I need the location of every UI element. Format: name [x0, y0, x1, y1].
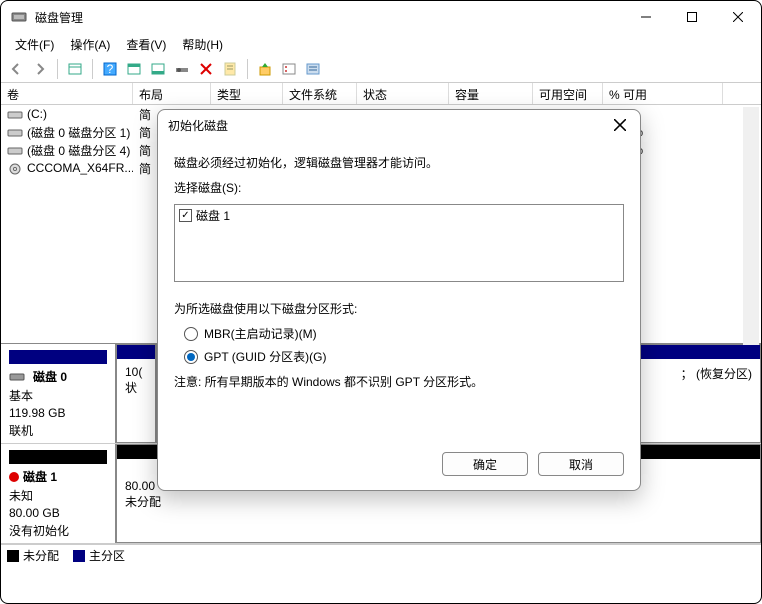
detail-icon[interactable] [302, 58, 324, 80]
ok-button[interactable]: 确定 [442, 452, 528, 476]
delete-icon[interactable] [195, 58, 217, 80]
dialog-titlebar: 初始化磁盘 [158, 110, 640, 140]
disk-info: 磁盘 0 基本 119.98 GB 联机 [1, 344, 116, 443]
dialog-buttons: 确定 取消 [442, 452, 624, 476]
svg-text:?: ? [107, 62, 114, 76]
initialize-disk-dialog: 初始化磁盘 磁盘必须经过初始化，逻辑磁盘管理器才能访问。 选择磁盘(S): ✓ … [157, 109, 641, 491]
dialog-note: 注意: 所有早期版本的 Windows 都不识别 GPT 分区形式。 [174, 373, 624, 390]
col-free[interactable]: 可用空间 [533, 83, 603, 104]
volume-name: (C:) [27, 107, 47, 121]
back-button[interactable] [5, 58, 27, 80]
dialog-close-button[interactable] [610, 115, 630, 135]
radio-icon[interactable] [184, 350, 198, 364]
cancel-button[interactable]: 取消 [538, 452, 624, 476]
radio-gpt[interactable]: GPT (GUID 分区表)(G) [184, 348, 624, 365]
disk-size: 80.00 GB [9, 506, 107, 520]
disk-type: 基本 [9, 387, 107, 404]
disk-name: 磁盘 1 [9, 468, 107, 485]
view-bottom-button[interactable] [147, 58, 169, 80]
properties-icon[interactable] [219, 58, 241, 80]
col-capacity[interactable]: 容量 [449, 83, 533, 104]
col-type[interactable]: 类型 [211, 83, 283, 104]
menubar: 文件(F) 操作(A) 查看(V) 帮助(H) [1, 33, 761, 55]
disk-list-item[interactable]: ✓ 磁盘 1 [179, 207, 619, 224]
partition[interactable]: 10( 状 [116, 344, 156, 443]
volume-name: CCCOMA_X64FR... [27, 161, 133, 175]
partition-recovery[interactable]: ； (恢复分区) [631, 344, 761, 443]
disk-select-list[interactable]: ✓ 磁盘 1 [174, 204, 624, 282]
window-controls [623, 1, 761, 33]
disk-type: 未知 [9, 487, 107, 504]
disk-status: 没有初始化 [9, 522, 107, 539]
dialog-body: 磁盘必须经过初始化，逻辑磁盘管理器才能访问。 选择磁盘(S): ✓ 磁盘 1 为… [158, 140, 640, 404]
disk-header-bar [9, 450, 107, 464]
radio-mbr[interactable]: MBR(主启动记录)(M) [184, 325, 624, 342]
disk-status: 联机 [9, 422, 107, 439]
radio-label: MBR(主启动记录)(M) [204, 325, 317, 342]
up-icon[interactable] [254, 58, 276, 80]
unallocated-label: 未分配 [125, 493, 752, 510]
close-button[interactable] [715, 1, 761, 33]
toolbar-separator [247, 59, 248, 79]
vertical-scrollbar[interactable] [743, 107, 759, 345]
forward-button[interactable] [29, 58, 51, 80]
legend: 未分配 主分区 [1, 544, 761, 566]
show-hide-button[interactable] [64, 58, 86, 80]
help-button[interactable]: ? [99, 58, 121, 80]
view-top-button[interactable] [123, 58, 145, 80]
toolbar-separator [57, 59, 58, 79]
col-status[interactable]: 状态 [357, 83, 449, 104]
drive-icon [7, 109, 23, 121]
menu-view[interactable]: 查看(V) [120, 34, 172, 55]
partition-style-group: MBR(主启动记录)(M) GPT (GUID 分区表)(G) [184, 325, 624, 365]
window-title: 磁盘管理 [35, 9, 623, 26]
partition-status: 状 [125, 379, 147, 396]
menu-file[interactable]: 文件(F) [9, 34, 60, 55]
col-layout[interactable]: 布局 [133, 83, 211, 104]
checkbox-icon[interactable]: ✓ [179, 209, 192, 222]
legend-primary: 主分区 [73, 547, 125, 564]
dialog-intro-text: 磁盘必须经过初始化，逻辑磁盘管理器才能访问。 [174, 154, 624, 171]
drive-icon [7, 127, 23, 139]
error-indicator-icon [9, 472, 19, 482]
legend-unallocated: 未分配 [7, 547, 59, 564]
app-icon [11, 9, 27, 25]
partition-style-label: 为所选磁盘使用以下磁盘分区形式: [174, 300, 624, 317]
radio-label: GPT (GUID 分区表)(G) [204, 348, 326, 365]
col-pctfree[interactable]: % 可用 [603, 83, 723, 104]
toolbar-separator [92, 59, 93, 79]
titlebar: 磁盘管理 [1, 1, 761, 33]
toolbar: ? [1, 55, 761, 83]
volume-name: (磁盘 0 磁盘分区 1) [27, 126, 130, 140]
dialog-title-text: 初始化磁盘 [168, 117, 610, 134]
menu-action[interactable]: 操作(A) [64, 34, 116, 55]
partition-label: ； (恢复分区) [640, 365, 752, 382]
disc-icon [7, 163, 23, 175]
radio-icon[interactable] [184, 327, 198, 341]
disk-item-label: 磁盘 1 [196, 207, 230, 224]
maximize-button[interactable] [669, 1, 715, 33]
volume-name: (磁盘 0 磁盘分区 4) [27, 144, 130, 158]
volume-table-header: 卷 布局 类型 文件系统 状态 容量 可用空间 % 可用 [1, 83, 761, 105]
disk-header-bar [9, 350, 107, 364]
select-disk-label: 选择磁盘(S): [174, 179, 624, 196]
minimize-button[interactable] [623, 1, 669, 33]
disk-name: 磁盘 0 [9, 368, 107, 385]
col-filesystem[interactable]: 文件系统 [283, 83, 357, 104]
col-volume[interactable]: 卷 [1, 83, 133, 104]
disk-size: 119.98 GB [9, 406, 107, 420]
partition-label: 10( [125, 365, 147, 379]
settings-icon[interactable] [171, 58, 193, 80]
drive-icon [7, 145, 23, 157]
disk-info: 磁盘 1 未知 80.00 GB 没有初始化 [1, 444, 116, 543]
menu-help[interactable]: 帮助(H) [176, 34, 229, 55]
list-icon[interactable] [278, 58, 300, 80]
